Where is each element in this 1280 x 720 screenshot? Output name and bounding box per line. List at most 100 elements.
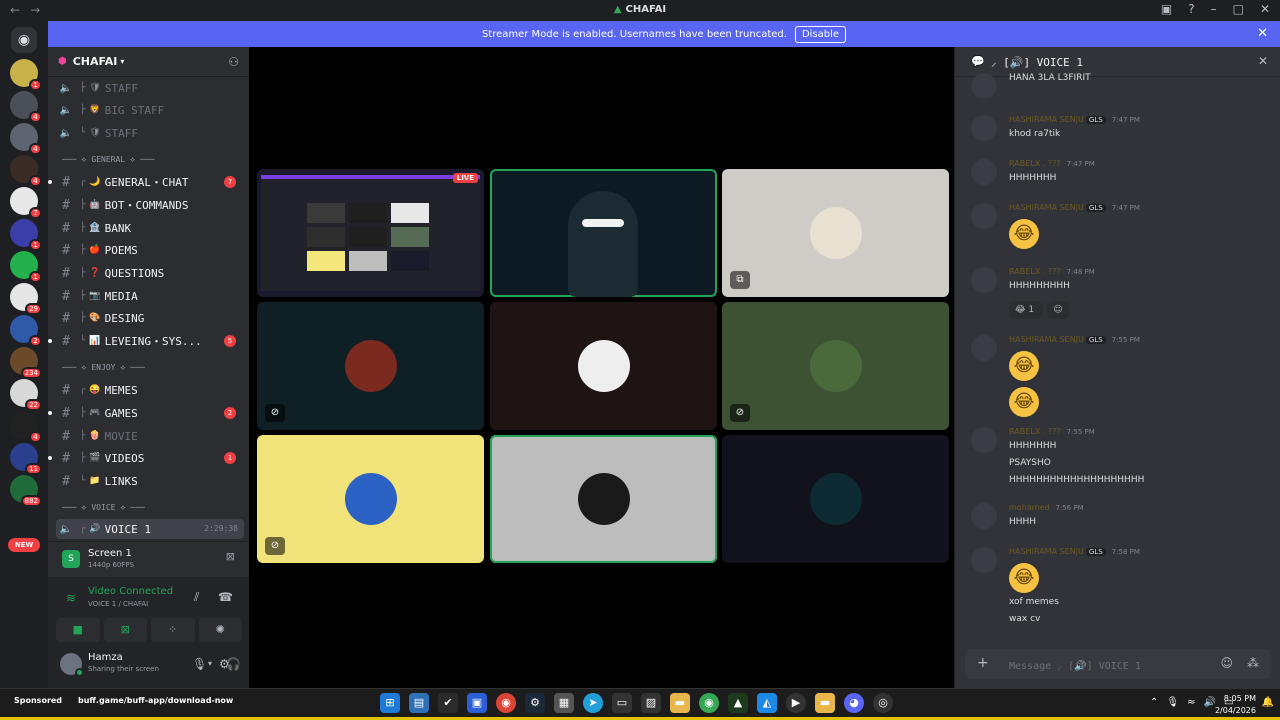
text-channel[interactable]: # ├ 🍿 MOVIE (56, 426, 244, 446)
maximize-button[interactable]: □ (1233, 2, 1244, 16)
message-author[interactable]: RABELX . ??? 7:48 PM (1009, 267, 1095, 276)
server-icon[interactable]: 1 (10, 251, 42, 283)
server-icon[interactable]: 4 (10, 91, 42, 123)
participant-tile[interactable]: ⧉ (722, 169, 949, 297)
explorer-icon[interactable]: ▬ (815, 693, 835, 713)
server-icon[interactable]: 4 (10, 155, 42, 187)
avatar[interactable] (971, 335, 997, 361)
steam-icon[interactable]: ⚙ (525, 693, 545, 713)
server-icon[interactable]: 29 (10, 283, 42, 315)
server-icon[interactable]: 2 (10, 315, 42, 347)
message-composer[interactable]: + Message ⸝ [🔊] VOICE 1 ☺ ⁂ (965, 649, 1271, 679)
check-icon[interactable]: ✔ (438, 693, 458, 713)
clock[interactable]: 8:05 PM 2/04/2026 (1215, 693, 1256, 717)
voice-channel[interactable]: 🔈 └ 🛡 STAFF (56, 123, 244, 143)
signal-strength-icon[interactable]: ≋ (66, 591, 76, 605)
voice-channel[interactable]: 🔈 ├ 🛡 STAFF (56, 78, 244, 98)
avatar[interactable] (971, 203, 997, 229)
avatar[interactable] (971, 427, 997, 453)
avatar[interactable] (60, 653, 84, 677)
text-channel[interactable]: # ├ 🎮 GAMES 2 (48, 403, 244, 423)
stop-stream-icon[interactable]: ⊠ (226, 550, 235, 563)
avatar[interactable] (971, 73, 997, 99)
guild-header[interactable]: ⬢ CHAFAI ▾ ⚇ (48, 47, 249, 77)
noise-suppression-icon[interactable]: ⫽ (194, 590, 199, 605)
text-channel[interactable]: # ┌ 😜 MEMES (56, 380, 244, 400)
image-icon[interactable]: ◭ (757, 693, 777, 713)
server-icon[interactable]: 11 (10, 443, 42, 475)
attach-plus-icon[interactable]: + (977, 655, 989, 671)
activities-button[interactable]: ⁘ (151, 618, 195, 642)
sponsored-url[interactable]: buff.game/buff-app/download-now (78, 696, 233, 705)
minimize-button[interactable]: – (1211, 2, 1217, 16)
server-icon[interactable]: 1 (10, 219, 42, 251)
camera-tile[interactable] (490, 169, 717, 297)
folder-icon[interactable]: ▬ (670, 693, 690, 713)
text-channel[interactable]: # ├ 🏦 BANK (56, 218, 244, 238)
avatar[interactable] (971, 159, 997, 185)
notification-bell-icon[interactable]: 🔔 (1262, 697, 1274, 708)
invite-people-icon[interactable]: ⚇ (228, 55, 239, 69)
camera-button[interactable]: ■ (56, 618, 100, 642)
share-screen-button[interactable]: ⊠ (103, 618, 147, 642)
close-banner-icon[interactable]: ✕ (1257, 26, 1268, 41)
obs-icon[interactable]: ◎ (873, 693, 893, 713)
file-icon[interactable]: ▤ (409, 693, 429, 713)
message-author[interactable]: HASHIRAMA SENJU GLS 7:55 PM (1009, 335, 1140, 344)
app-box-icon[interactable]: ▨ (641, 693, 661, 713)
settings-gear-icon[interactable]: ⚙ (219, 657, 230, 671)
username[interactable]: Hamza (88, 652, 123, 663)
reaction-button[interactable]: 😂 1 (1009, 301, 1043, 319)
message-author[interactable]: RABELX . ??? 7:47 PM (1009, 159, 1095, 168)
participant-tile[interactable]: ⊘ (722, 302, 949, 430)
category-header[interactable]: ─── ⟡ GENERAL ⟡ ─── (62, 155, 242, 169)
wifi-icon[interactable]: ≈ (1187, 697, 1195, 708)
avatar[interactable] (971, 503, 997, 529)
text-channel[interactable]: # └ 📁 LINKS (56, 471, 244, 491)
server-icon[interactable]: 7 (10, 187, 42, 219)
discord-home-icon[interactable]: ◉ (11, 27, 37, 53)
start-menu-icon[interactable]: ⊞ (380, 693, 400, 713)
text-channel[interactable]: # ├ 🎬 VIDEOS 1 (48, 448, 244, 468)
media-player-icon[interactable]: ▶ (786, 693, 806, 713)
server-icon[interactable]: 882 (10, 475, 42, 507)
server-icon[interactable]: 4 (10, 411, 42, 443)
voice-channel-name[interactable]: VOICE 1 / CHAFAI (88, 600, 148, 608)
message-author[interactable]: HASHIRAMA SENJU GLS 7:47 PM (1009, 203, 1140, 212)
text-channel[interactable]: # ├ 🎨 DESING (56, 308, 244, 328)
screen-share-icon[interactable]: ⧉ (730, 271, 750, 289)
game-icon[interactable]: ▲ (728, 693, 748, 713)
message-author[interactable]: mohamed 7:56 PM (1009, 503, 1084, 512)
voice-channel[interactable]: 🔈 ├ 🦁 BIG STAFF (56, 100, 244, 120)
message-input[interactable]: Message ⸝ [🔊] VOICE 1 (1009, 658, 1141, 672)
disconnect-icon[interactable]: ☎ (218, 590, 233, 604)
message-author[interactable]: HASHIRAMA SENJU GLS 7:47 PM (1009, 115, 1140, 124)
chrome-alt-icon[interactable]: ◉ (699, 693, 719, 713)
avatar[interactable] (971, 115, 997, 141)
chevron-up-icon[interactable]: ⌃ (1150, 697, 1158, 708)
app-icon[interactable]: ▣ (467, 693, 487, 713)
text-channel[interactable]: # ├ ❓ QUESTIONS (56, 263, 244, 283)
voice-status[interactable]: Video Connected (88, 586, 173, 597)
server-icon[interactable]: 22 (10, 379, 42, 411)
close-chat-icon[interactable]: ✕ (1258, 54, 1268, 68)
telegram-icon[interactable]: ➤ (583, 693, 603, 713)
message-author[interactable]: HASHIRAMA SENJU GLS 7:58 PM (1009, 547, 1140, 556)
disable-streamer-button[interactable]: Disable (794, 25, 847, 43)
soundboard-button[interactable]: ✺ (198, 618, 242, 642)
stream-tile[interactable]: LIVE (257, 169, 484, 297)
text-channel[interactable]: # └ 📊 LEVEING・SYS... 5 (48, 331, 244, 351)
help-icon[interactable]: ? (1188, 2, 1194, 16)
server-icon[interactable]: 234 (10, 347, 42, 379)
apps-icon[interactable]: ⁂ (1247, 656, 1259, 670)
mic-chevron-icon[interactable]: ▾ (208, 659, 212, 668)
avatar[interactable] (971, 267, 997, 293)
microphone-icon[interactable]: 🎙 (192, 657, 207, 671)
text-channel[interactable]: # ┌ 🌙 GENERAL・CHAT 7 (48, 172, 244, 192)
emoji-picker-icon[interactable]: ☺ (1220, 656, 1233, 670)
participant-tile[interactable] (490, 302, 717, 430)
server-icon[interactable]: 1 (10, 59, 42, 91)
mic-tray-icon[interactable]: 🎙 (1166, 697, 1179, 708)
server-icon[interactable]: 4 (10, 123, 42, 155)
close-button[interactable]: ✕ (1260, 2, 1270, 16)
